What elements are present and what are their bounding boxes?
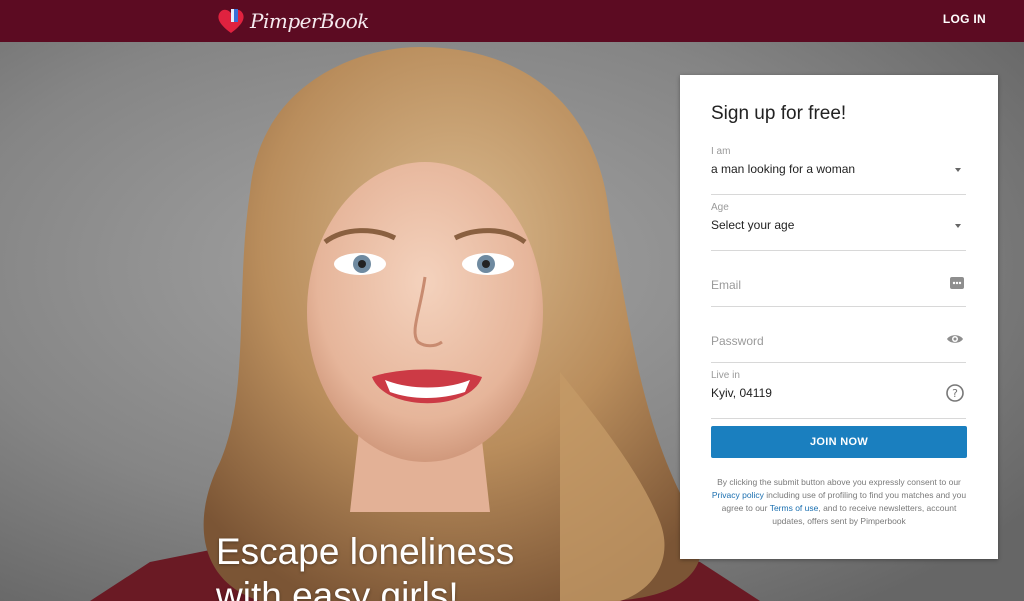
- eye-icon[interactable]: [946, 332, 964, 351]
- help-circle-icon[interactable]: ?: [946, 384, 964, 407]
- tagline-line-2: with easy girls!: [216, 575, 459, 601]
- livein-field[interactable]: Live in Kyiv, 04119 ?: [711, 370, 966, 419]
- logo-text: PimperBook: [250, 9, 369, 33]
- chevron-down-icon: [955, 224, 961, 228]
- terms-of-use-link[interactable]: Terms of use: [770, 503, 819, 513]
- site-header: PimperBook LOG IN: [0, 0, 1024, 42]
- privacy-policy-link[interactable]: Privacy policy: [712, 490, 764, 500]
- svg-text:?: ?: [952, 387, 958, 400]
- email-field[interactable]: Email: [711, 258, 966, 307]
- age-select[interactable]: Age Select your age: [711, 202, 966, 251]
- email-dots-icon: [950, 276, 964, 295]
- iam-select[interactable]: I am a man looking for a woman: [711, 146, 966, 195]
- age-label: Age: [711, 202, 729, 213]
- signup-card: Sign up for free! I am a man looking for…: [680, 75, 998, 559]
- age-value: Select your age: [711, 218, 795, 232]
- site-logo[interactable]: PimperBook: [216, 4, 369, 38]
- livein-label: Live in: [711, 370, 740, 381]
- password-placeholder: Password: [711, 334, 764, 348]
- livein-value: Kyiv, 04119: [711, 386, 772, 400]
- iam-value: a man looking for a woman: [711, 162, 856, 176]
- legal-notice: By clicking the submit button above you …: [711, 476, 967, 528]
- tagline-line-1: Escape loneliness: [216, 531, 515, 572]
- signup-title: Sign up for free!: [711, 103, 847, 124]
- join-now-button[interactable]: JOIN NOW: [711, 426, 967, 458]
- email-placeholder: Email: [711, 278, 742, 292]
- legal-text-1: By clicking the submit button above you …: [717, 477, 961, 487]
- iam-label: I am: [711, 146, 731, 157]
- password-field[interactable]: Password: [711, 314, 966, 363]
- hero-tagline: Escape loneliness with easy girls!: [216, 530, 514, 601]
- heart-logo-icon: [218, 9, 244, 33]
- login-link[interactable]: LOG IN: [943, 12, 986, 26]
- chevron-down-icon: [955, 168, 961, 172]
